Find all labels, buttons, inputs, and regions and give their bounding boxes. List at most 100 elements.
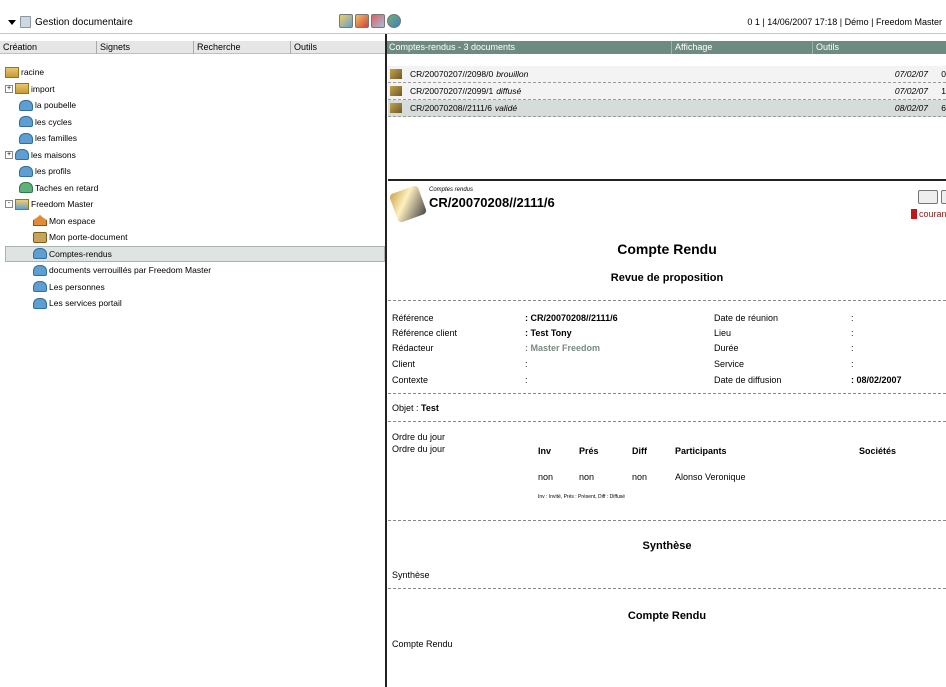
detail-toolbar (918, 190, 946, 204)
tree-item-label: les cycles (35, 116, 72, 127)
tree-item-label: Freedom Master (31, 199, 94, 210)
tree-item-label: les maisons (31, 149, 76, 160)
status-line: 0 1 | 14/06/2007 17:18 | Démo | Freedom … (747, 17, 942, 27)
dropdown-arrow-icon[interactable] (8, 19, 16, 25)
mail-icon[interactable] (918, 190, 938, 204)
field-value: : (525, 359, 528, 369)
search-icon (19, 132, 33, 144)
document-ref: CR/20070207//2099/1 (410, 86, 494, 96)
column-header: Sociétés (859, 446, 897, 456)
app-title-area[interactable]: Gestion documentaire (8, 16, 133, 28)
section-heading: Compte Rendu (627, 610, 707, 622)
user-folder-icon (15, 198, 29, 210)
field-value-link[interactable]: : Master Freedom (525, 343, 600, 353)
menu-creation[interactable]: Création (0, 41, 97, 54)
tree-item-personnes[interactable]: Les personnes (5, 279, 385, 296)
tree-item-label: Taches en retard (35, 182, 99, 193)
folder-tree: racine + import la poubelle les cycles l… (5, 64, 385, 312)
folder-icon (15, 83, 29, 95)
tree-item-porte-document[interactable]: Mon porte-document (5, 229, 385, 246)
menu-signets[interactable]: Signets (97, 41, 194, 54)
search-icon (19, 116, 33, 128)
field-value: : CR/20070208//2111/6 (525, 313, 618, 323)
expand-icon[interactable]: + (5, 150, 13, 159)
menu-recherche[interactable]: Recherche (194, 41, 291, 54)
palette-icon[interactable] (355, 14, 369, 28)
document-icon (390, 69, 402, 79)
search-icon (15, 149, 29, 161)
pencil-icon[interactable] (339, 14, 353, 28)
search-icon (33, 248, 47, 260)
user-icon[interactable] (387, 14, 401, 28)
field-value: : 08/02/2007 (851, 375, 902, 385)
document-row[interactable]: CR/20070207//2099/1 diffusé 07/02/07 1 (388, 83, 946, 100)
document-state: brouillon (496, 69, 529, 79)
tree-item-import[interactable]: + import (5, 81, 385, 98)
document-row-selected[interactable]: CR/20070208//2111/6 validé 08/02/07 6 (388, 100, 946, 117)
tree-item-label: les familles (35, 133, 78, 144)
section-heading: Synthèse (642, 540, 692, 552)
section-label: Ordre du jour (392, 432, 446, 442)
search-icon (19, 182, 33, 194)
divider (388, 393, 946, 394)
document-detail: Comptes rendus CR/20070208//2111/6 coura… (388, 183, 946, 687)
document-date: 07/02/07 (894, 86, 928, 96)
document-revision: 0 (941, 69, 946, 79)
tree-item-freedom-master[interactable]: - Freedom Master (5, 196, 385, 213)
print-icon[interactable] (941, 190, 946, 204)
field-label: Objet : (392, 403, 419, 413)
tree-item-label: la poubelle (35, 100, 77, 111)
folder-icon (5, 66, 19, 78)
field-label: Service (714, 359, 745, 369)
document-list: CR/20070207//2098/0 brouillon 07/02/07 0… (388, 66, 946, 117)
section-label: Ordre du jour (392, 444, 446, 454)
tree-item-label: Les personnes (49, 281, 105, 292)
tree-item-comptes-rendus[interactable]: Comptes-rendus (5, 245, 385, 262)
document-title: CR/20070208//2111/6 (429, 195, 555, 210)
tree-item-mon-espace[interactable]: Mon espace (5, 213, 385, 230)
app-title: Gestion documentaire (35, 16, 133, 28)
field-value: : (851, 313, 854, 323)
calendar-icon[interactable] (371, 14, 385, 28)
legend-note: Inv : Invité, Prés : Présent, Diff : Dif… (538, 494, 626, 500)
table-cell: Alonso Veronique (675, 472, 746, 482)
collapse-icon[interactable]: - (5, 200, 13, 209)
menu-affichage[interactable]: Affichage (672, 41, 813, 54)
table-cell: non (538, 472, 554, 482)
objet-line: Objet : Test (392, 403, 439, 413)
tree-item-label: documents verrouillés par Freedom Master (49, 265, 212, 276)
tree-item-familles[interactable]: les familles (5, 130, 385, 147)
tree-item-cycles[interactable]: les cycles (5, 114, 385, 131)
field-label: Rédacteur (392, 343, 434, 353)
tree-item-maisons[interactable]: + les maisons (5, 147, 385, 164)
document-icon (390, 86, 402, 96)
column-header: Inv (538, 446, 552, 456)
document-revision: 6 (941, 103, 946, 113)
search-icon (33, 297, 47, 309)
menu-outils-right[interactable]: Outils (813, 41, 946, 54)
tree-item-taches-retard[interactable]: Taches en retard (5, 180, 385, 197)
search-icon (19, 99, 33, 111)
vertical-divider[interactable] (385, 34, 387, 687)
document-date: 07/02/07 (894, 69, 928, 79)
right-menu-bar: Comptes-rendus - 3 documents Affichage O… (386, 41, 946, 54)
house-icon (33, 215, 47, 227)
expand-icon[interactable]: + (5, 84, 13, 93)
toolbar-icons (339, 14, 401, 28)
document-revision: 1 (941, 86, 946, 96)
tree-item-poubelle[interactable]: la poubelle (5, 97, 385, 114)
horizontal-splitter[interactable] (388, 179, 946, 181)
folder-title: Comptes-rendus - 3 documents (386, 41, 672, 54)
field-label: Lieu (714, 328, 732, 338)
menu-outils[interactable]: Outils (291, 41, 385, 54)
column-header: Diff (632, 446, 647, 456)
field-value: : Test Tony (525, 328, 572, 338)
tree-item-services-portail[interactable]: Les services portail (5, 295, 385, 312)
tree-item-profils[interactable]: les profils (5, 163, 385, 180)
tree-item-racine[interactable]: racine (5, 64, 385, 81)
document-row[interactable]: CR/20070207//2098/0 brouillon 07/02/07 0 (388, 66, 946, 83)
column-header: Prés (579, 446, 599, 456)
field-value: : (851, 359, 854, 369)
tree-item-docs-verrouilles[interactable]: documents verrouillés par Freedom Master (5, 262, 385, 279)
document-family-icon (388, 184, 428, 224)
